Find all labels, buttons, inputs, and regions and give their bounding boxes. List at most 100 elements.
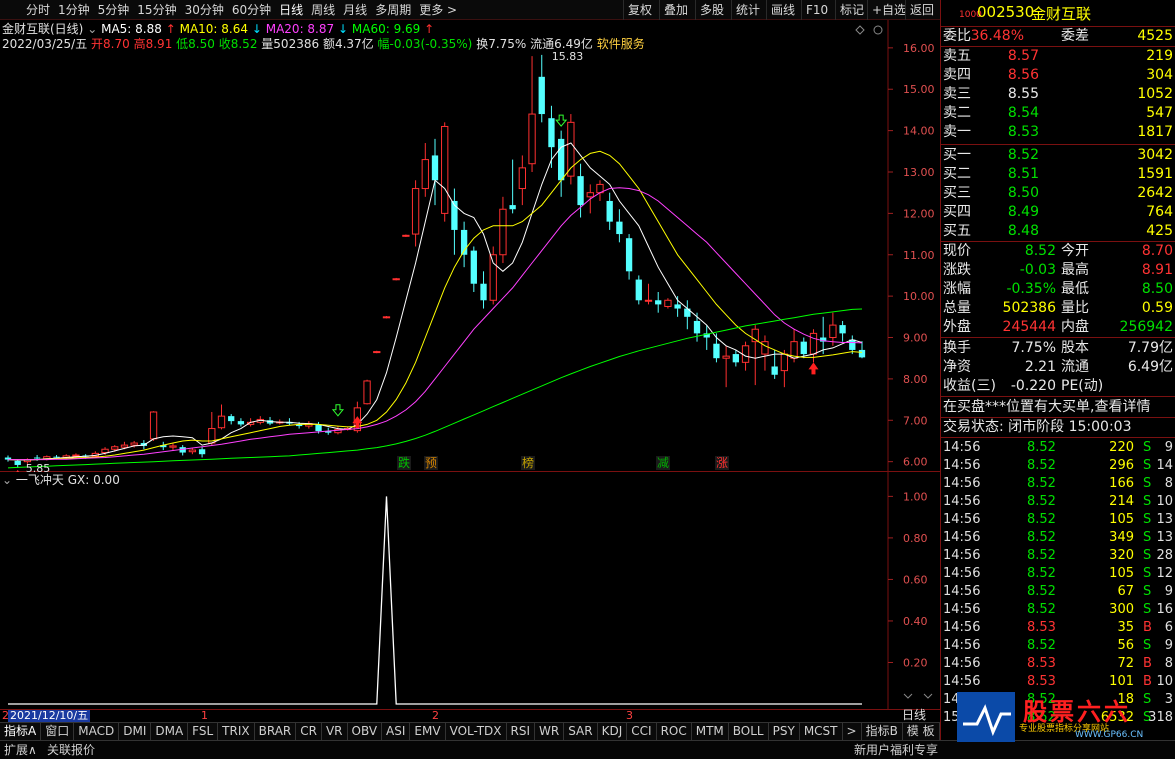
indicator-tab-26[interactable]: 模 板 xyxy=(903,723,940,740)
candle-body[interactable] xyxy=(528,113,536,165)
news-link[interactable]: 新用户福利专享 xyxy=(854,741,938,759)
chevron-down-icon[interactable] xyxy=(903,693,913,699)
timeframe-tab-1[interactable]: 1分钟 xyxy=(54,0,94,20)
indicator-tab-1[interactable]: 窗口 xyxy=(41,723,75,740)
indicator-tab-8[interactable]: CR xyxy=(296,723,322,740)
candle-body[interactable] xyxy=(130,442,138,446)
indicator-tab-0[interactable]: 指标A xyxy=(0,723,42,740)
linked-quote-button[interactable]: 关联报价 xyxy=(47,741,95,759)
candle-body[interactable] xyxy=(411,188,420,235)
candle-body[interactable] xyxy=(120,444,129,448)
indicator-tab-9[interactable]: VR xyxy=(322,723,348,740)
candle-body[interactable] xyxy=(188,449,197,453)
candle-body[interactable] xyxy=(480,283,487,301)
toolbar-button-8[interactable]: 返回 xyxy=(905,0,938,20)
indicator-svg[interactable]: 1.00 0.80 0.60 0.40 0.20 xyxy=(0,472,940,709)
timeframe-tab-6[interactable]: 日线 xyxy=(275,0,307,20)
toolbar-button-4[interactable]: 画线 xyxy=(766,0,799,20)
toolbar-button-7[interactable]: +自选 xyxy=(867,0,910,20)
candle-body[interactable] xyxy=(169,445,177,448)
candle-body[interactable] xyxy=(441,125,449,214)
candle-body[interactable] xyxy=(72,454,80,457)
candle-body[interactable] xyxy=(674,304,681,309)
timeframe-tab-7[interactable]: 周线 xyxy=(307,0,339,20)
candle-body[interactable] xyxy=(33,457,41,459)
candle-body[interactable] xyxy=(228,416,235,422)
indicator-tab-15[interactable]: WR xyxy=(535,723,565,740)
timeframe-tab-2[interactable]: 5分钟 xyxy=(94,0,134,20)
ask-row[interactable]: 卖五 8.57 219 xyxy=(943,47,1174,66)
chevron-down-icon[interactable]: ⌄ xyxy=(87,22,97,36)
indicator-tab-24[interactable]: > xyxy=(843,723,862,740)
candle-body[interactable] xyxy=(839,325,846,334)
signal-tag[interactable]: 榜 xyxy=(522,455,534,470)
period-label[interactable]: 日线 xyxy=(902,708,926,722)
candle-body[interactable] xyxy=(625,238,633,272)
indicator-tab-11[interactable]: ASI xyxy=(382,723,411,740)
candle-body[interactable] xyxy=(382,316,391,319)
settings-icon[interactable] xyxy=(873,25,883,35)
candle-body[interactable] xyxy=(363,380,371,405)
indicator-tab-6[interactable]: TRIX xyxy=(218,723,255,740)
candle-body[interactable] xyxy=(732,354,739,363)
candle-body[interactable] xyxy=(518,167,526,190)
candle-body[interactable] xyxy=(558,138,565,181)
candle-body[interactable] xyxy=(713,343,720,359)
candle-body[interactable] xyxy=(149,411,158,440)
big-order-notice[interactable]: 在买盘***位置有大买单,查看详情 xyxy=(943,398,1174,417)
timeframe-tab-3[interactable]: 15分钟 xyxy=(133,0,180,20)
indicator-tab-16[interactable]: SAR xyxy=(564,723,598,740)
indicator-tab-23[interactable]: MCST xyxy=(800,723,843,740)
candle-body[interactable] xyxy=(800,341,807,355)
toolbar-button-1[interactable]: 叠加 xyxy=(659,0,692,20)
candle-body[interactable] xyxy=(315,424,322,432)
candle-body[interactable] xyxy=(198,449,206,455)
indicator-chart[interactable]: 1.00 0.80 0.60 0.40 0.20 ⌄ 一飞冲天 GX: 0.00 xyxy=(0,472,940,709)
indicator-tab-2[interactable]: MACD xyxy=(74,723,120,740)
candle-body[interactable] xyxy=(780,353,789,372)
signal-tag[interactable]: 减 xyxy=(657,456,669,470)
candle-body[interactable] xyxy=(14,460,21,465)
bid-row[interactable]: 买三 8.50 2642 xyxy=(943,184,1174,203)
bid-row[interactable]: 买五 8.48 425 xyxy=(943,222,1174,241)
timeframe-tab-0[interactable]: 分时 xyxy=(0,0,54,20)
candle-body[interactable] xyxy=(829,324,837,339)
candle-body[interactable] xyxy=(635,279,642,301)
indicator-tab-20[interactable]: MTM xyxy=(692,723,729,740)
candle-body[interactable] xyxy=(111,446,119,450)
indicator-tab-5[interactable]: FSL xyxy=(188,723,219,740)
chevron-down-icon[interactable]: ⌄ xyxy=(2,473,12,487)
bid-row[interactable]: 买一 8.52 3042 xyxy=(943,146,1174,165)
candle-body[interactable] xyxy=(693,320,701,334)
timeframe-tab-4[interactable]: 30分钟 xyxy=(181,0,228,20)
timeframe-tab-8[interactable]: 月线 xyxy=(339,0,371,20)
indicator-tab-19[interactable]: ROC xyxy=(657,723,692,740)
candle-body[interactable] xyxy=(606,200,613,222)
candle-body[interactable] xyxy=(373,351,381,354)
toolbar-button-6[interactable]: 标记 xyxy=(835,0,868,20)
indicator-tab-17[interactable]: KDJ xyxy=(598,723,628,740)
candle-body[interactable] xyxy=(586,192,594,198)
diamond-icon[interactable] xyxy=(855,25,865,35)
kline-svg[interactable]: 16.00 15.00 14.00 13.00 12.00 11.00 10.00 9.00 8… xyxy=(0,20,940,476)
candle-body[interactable] xyxy=(421,159,429,190)
ask-row[interactable]: 卖三 8.55 1052 xyxy=(943,85,1174,104)
indicator-tab-10[interactable]: OBV xyxy=(348,723,383,740)
indicator-tab-21[interactable]: BOLL xyxy=(729,723,769,740)
candle-body[interactable] xyxy=(771,366,778,375)
candle-body[interactable] xyxy=(217,415,226,429)
timeframe-tab-10[interactable]: 更多 > xyxy=(415,0,461,20)
candle-body[interactable] xyxy=(509,205,516,210)
candle-body[interactable] xyxy=(761,341,769,355)
candle-body[interactable] xyxy=(849,339,856,350)
signal-tag[interactable]: 预 xyxy=(425,456,437,470)
candle-body[interactable] xyxy=(402,234,410,237)
signal-tag[interactable]: 涨 xyxy=(716,455,728,470)
ask-row[interactable]: 卖一 8.53 1817 xyxy=(943,123,1174,142)
candle-body[interactable] xyxy=(237,421,245,425)
candle-body[interactable] xyxy=(538,76,545,115)
indicator-tab-14[interactable]: RSI xyxy=(507,723,536,740)
bid-row[interactable]: 买四 8.49 764 xyxy=(943,203,1174,222)
indicator-tab-7[interactable]: BRAR xyxy=(255,723,297,740)
toolbar-button-5[interactable]: F10 xyxy=(801,0,832,20)
